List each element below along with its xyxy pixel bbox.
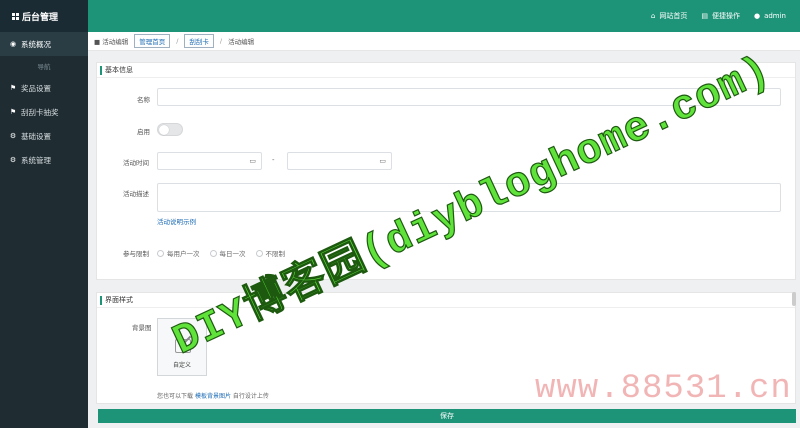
breadcrumb-scratch-card[interactable]: 刮刮卡: [184, 34, 214, 48]
enable-label: 启用: [137, 128, 150, 136]
site-home-link[interactable]: ⌂ 网站首页: [651, 11, 687, 21]
enable-toggle[interactable]: [157, 123, 183, 136]
sidebar-item-label: 刮刮卡抽奖: [21, 107, 59, 117]
desc-example-link[interactable]: 活动说明示例: [157, 216, 196, 226]
calendar-icon[interactable]: ▭: [249, 157, 256, 165]
gear-icon: ⚙: [9, 132, 17, 140]
site-home-label: 网站首页: [659, 12, 688, 20]
grid-icon: [12, 12, 19, 20]
shortcut-icon: ▤: [701, 12, 708, 20]
brand[interactable]: 后台管理: [0, 0, 88, 32]
sidebar-item-label: 基础设置: [21, 131, 51, 141]
radio-dot: [255, 249, 263, 257]
save-button[interactable]: 保存: [98, 409, 796, 423]
breadcrumb: ■ 活动编辑 管理首页 / 刮刮卡 / 活动编辑: [88, 32, 800, 51]
sidebar-section-title: 导航: [37, 63, 51, 71]
breadcrumb-current: 活动编辑: [228, 38, 255, 46]
sidebar-item-basic-settings[interactable]: ⚙ 基础设置: [0, 124, 88, 148]
date-range-separator: -: [272, 156, 275, 164]
sidebar-item-system[interactable]: ⚙ 系统管理: [0, 148, 88, 172]
time-label: 活动时间: [123, 159, 149, 167]
username: admin: [764, 12, 786, 20]
sidebar-item-overview[interactable]: ◉ 系统概况: [0, 32, 88, 56]
limit-label: 参与限制: [123, 250, 149, 258]
gift-icon: ⚑: [9, 84, 17, 92]
shortcut-link[interactable]: ▤ 便捷操作: [701, 11, 740, 21]
limit-option[interactable]: 每用户一次: [157, 248, 200, 258]
end-date-input[interactable]: ▭: [287, 152, 392, 170]
upload-caption: 自定义: [172, 362, 191, 369]
scrollbar-thumb[interactable]: [792, 292, 796, 306]
dashboard-icon: ◉: [9, 40, 17, 48]
gears-icon: ⚙: [9, 156, 17, 164]
desc-textarea[interactable]: [157, 183, 781, 212]
breadcrumb-home[interactable]: 管理首页: [134, 34, 171, 48]
limit-option[interactable]: 不限制: [255, 248, 285, 258]
bg-upload-box[interactable]: 自定义: [157, 318, 207, 376]
template-hint: 您也可以下载 模板背景图片 自行设计上传: [157, 393, 269, 400]
sidebar-item-label: 系统概况: [21, 39, 51, 49]
sidebar-item-scratch-card[interactable]: ⚑ 刮刮卡抽奖: [0, 100, 88, 124]
user-menu[interactable]: ● admin: [754, 12, 786, 20]
bg-label: 背景图: [132, 324, 152, 332]
sidebar: ◉ 系统概况 导航 ⚑ 奖品设置 ⚑ 刮刮卡抽奖 ⚙ 基础设置 ⚙ 系统管理: [0, 32, 88, 428]
sidebar-item-label: 系统管理: [21, 155, 51, 165]
toggle-knob: [159, 125, 169, 135]
top-bar: 后台管理 ⌂ 网站首页 ▤ 便捷操作 ● admin: [0, 0, 800, 32]
calendar-icon[interactable]: ▭: [379, 157, 386, 165]
top-links: ⌂ 网站首页 ▤ 便捷操作 ● admin: [651, 0, 786, 32]
template-download-link[interactable]: 模板背景图片: [195, 393, 231, 400]
radio-dot: [157, 249, 164, 257]
breadcrumb-separator: /: [176, 37, 179, 45]
radio-dot: [209, 249, 217, 257]
brand-title: 后台管理: [22, 12, 59, 23]
sidebar-item-label: 奖品设置: [21, 83, 51, 93]
page-title: ■ 活动编辑: [94, 38, 129, 46]
desc-label: 活动描述: [123, 190, 149, 198]
limit-option[interactable]: 每日一次: [209, 248, 246, 258]
breadcrumb-separator: /: [219, 37, 223, 45]
name-label: 名称: [137, 96, 150, 104]
basic-info-heading: 基本信息: [97, 63, 795, 78]
limit-radio-group: 每用户一次 每日一次 不限制: [157, 248, 285, 258]
gift-icon: ⚑: [9, 108, 17, 116]
style-heading: 界面样式: [97, 293, 795, 308]
name-input[interactable]: [157, 88, 781, 106]
start-date-input[interactable]: ▭: [157, 152, 262, 170]
shortcut-label: 便捷操作: [711, 12, 740, 20]
home-icon: ⌂: [650, 12, 656, 20]
sidebar-item-prizes[interactable]: ⚑ 奖品设置: [0, 76, 88, 100]
user-icon: ●: [753, 12, 761, 20]
